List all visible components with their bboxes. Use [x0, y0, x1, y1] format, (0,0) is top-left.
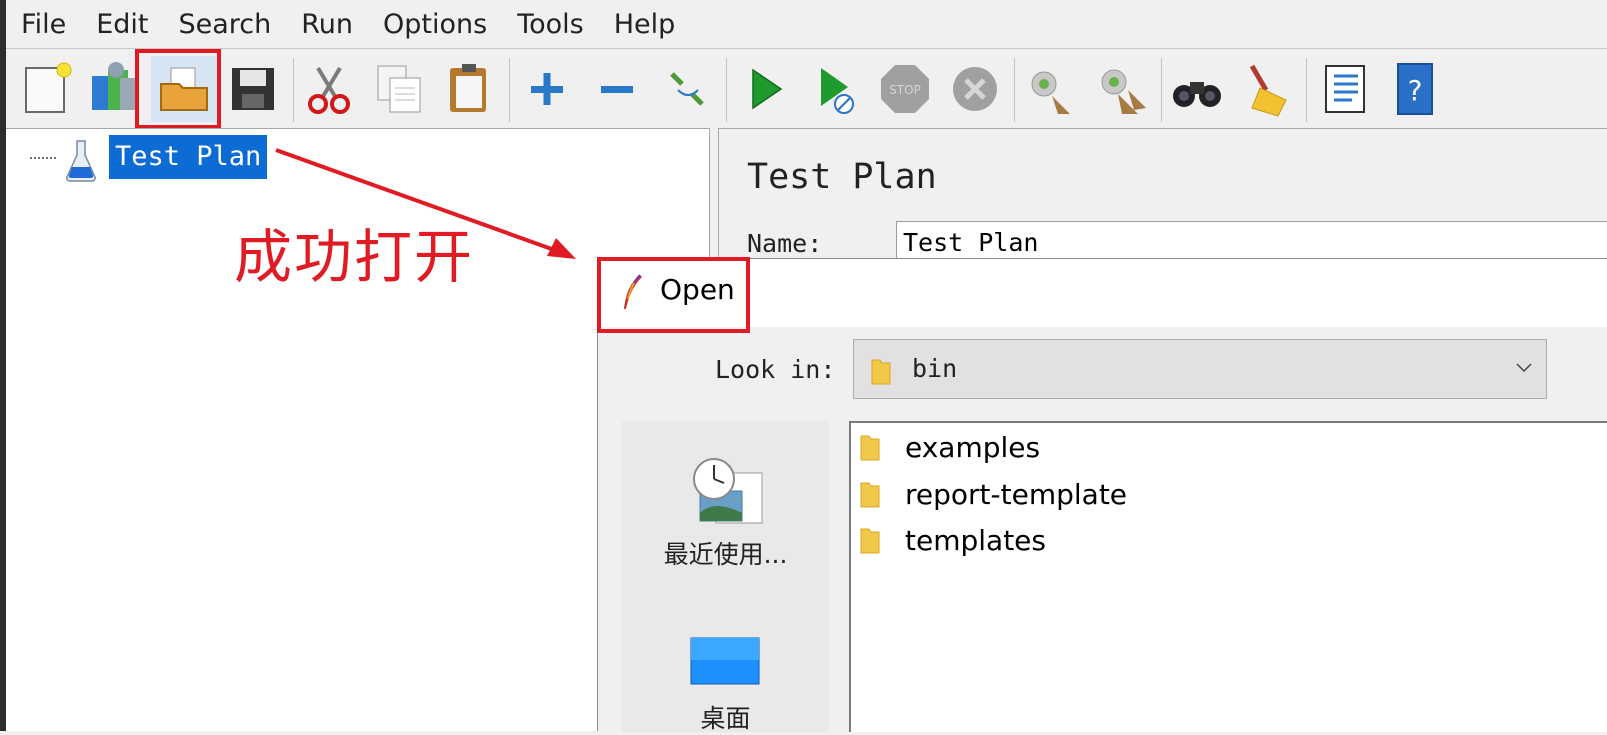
- open-title-highlight: [597, 257, 750, 333]
- look-in-value: bin: [912, 354, 958, 383]
- annotation-text: 成功打开: [234, 223, 475, 291]
- collapse-minus-icon[interactable]: [584, 56, 650, 122]
- toolbar-separator: [293, 58, 294, 122]
- folder-icon: [860, 482, 880, 508]
- look-in-label: Look in:: [715, 355, 836, 384]
- toolbar-separator: [726, 58, 727, 122]
- menu-run[interactable]: Run: [286, 9, 368, 40]
- stop-icon[interactable]: STOP: [872, 56, 938, 122]
- name-label: Name:: [747, 229, 823, 258]
- new-file-icon[interactable]: [14, 56, 80, 122]
- menu-divider: [6, 48, 1607, 49]
- clear-icon[interactable]: [1018, 56, 1084, 122]
- function-helper-icon[interactable]: [1312, 56, 1378, 122]
- paste-icon[interactable]: [436, 56, 502, 122]
- shutdown-icon[interactable]: [942, 56, 1008, 122]
- folder-icon: [860, 435, 880, 461]
- folder-icon: [860, 528, 880, 554]
- menu-help[interactable]: Help: [599, 9, 691, 40]
- expand-plus-icon[interactable]: [514, 56, 580, 122]
- reset-search-broom-icon[interactable]: [1234, 56, 1300, 122]
- search-binoculars-icon[interactable]: [1164, 56, 1230, 122]
- toolbar-separator: [1161, 58, 1162, 122]
- copy-icon[interactable]: [366, 56, 432, 122]
- file-name: templates: [905, 523, 1046, 557]
- places-bar: 最近使用... 桌面: [622, 421, 829, 735]
- save-icon[interactable]: [220, 56, 286, 122]
- place-desktop-label[interactable]: 桌面: [622, 699, 829, 735]
- cut-icon[interactable]: [296, 56, 362, 122]
- menu-tools[interactable]: Tools: [502, 9, 599, 40]
- start-no-pauses-icon[interactable]: [802, 56, 868, 122]
- file-name: report-template: [905, 477, 1128, 511]
- svg-text:?: ?: [1408, 74, 1423, 107]
- open-button-highlight: [135, 49, 221, 129]
- name-field[interactable]: Test Plan: [896, 221, 1607, 259]
- toolbar-separator: [1014, 58, 1015, 122]
- tree-item-test-plan[interactable]: Test Plan: [109, 135, 268, 179]
- toolbar: STOP ?: [6, 50, 1607, 128]
- menu-search[interactable]: Search: [163, 9, 286, 40]
- menu-bar: File Edit Search Run Options Tools Help: [6, 0, 1607, 48]
- clear-all-icon[interactable]: [1088, 56, 1154, 122]
- dialog-body: Look in: bin 最近使用... 桌面 examples report-…: [598, 327, 1607, 735]
- menu-edit[interactable]: Edit: [81, 9, 163, 40]
- toolbar-separator: [1306, 58, 1307, 122]
- test-plan-flask-icon: [66, 140, 96, 182]
- look-in-select[interactable]: bin: [853, 339, 1547, 399]
- chevron-down-icon: [1516, 363, 1532, 373]
- folder-icon: [871, 359, 891, 385]
- file-list: examples report-template templates: [849, 421, 1607, 732]
- start-icon[interactable]: [732, 56, 798, 122]
- desktop-icon[interactable]: [690, 637, 760, 685]
- file-name: examples: [905, 430, 1041, 464]
- help-icon[interactable]: ?: [1382, 56, 1448, 122]
- recent-clock-icon[interactable]: [686, 455, 766, 527]
- list-item[interactable]: report-template: [859, 474, 1127, 514]
- toggle-icon[interactable]: [654, 56, 720, 122]
- tree-connector: [30, 157, 56, 159]
- place-recent-label[interactable]: 最近使用...: [622, 535, 829, 571]
- menu-options[interactable]: Options: [368, 9, 502, 40]
- panel-title: Test Plan: [747, 157, 937, 197]
- menu-file[interactable]: File: [6, 9, 81, 40]
- list-item[interactable]: examples: [859, 427, 1040, 467]
- toolbar-separator: [509, 58, 510, 122]
- list-item[interactable]: templates: [859, 520, 1046, 560]
- svg-text:STOP: STOP: [889, 83, 921, 97]
